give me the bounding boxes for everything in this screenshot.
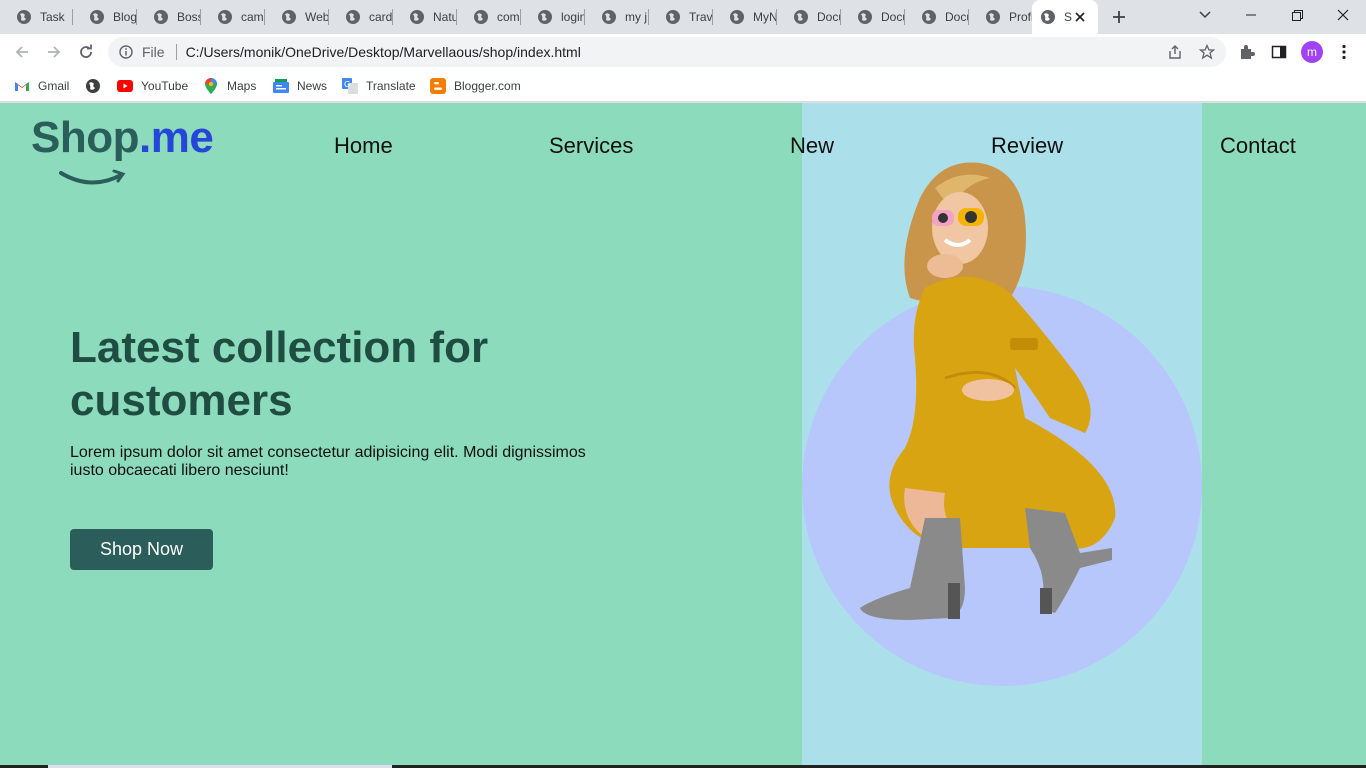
blogger-icon bbox=[430, 78, 446, 94]
address-bar[interactable]: File C:/Users/monik/OneDrive/Desktop/Mar… bbox=[108, 37, 1226, 67]
bookmark-youtube[interactable]: YouTube bbox=[117, 76, 188, 96]
globe-icon bbox=[85, 78, 101, 94]
globe-icon bbox=[729, 9, 745, 25]
bookmarks-bar: Gmail YouTube Maps News G Translate Blog… bbox=[0, 70, 1366, 102]
bookmark-blogger[interactable]: Blogger.com bbox=[430, 76, 521, 96]
bookmark-translate[interactable]: G Translate bbox=[342, 76, 416, 96]
globe-icon bbox=[153, 9, 169, 25]
maps-icon bbox=[203, 78, 219, 94]
globe-icon bbox=[409, 9, 425, 25]
nav-services[interactable]: Services bbox=[549, 133, 633, 159]
reload-icon[interactable] bbox=[72, 38, 100, 66]
globe-icon bbox=[345, 9, 361, 25]
restore-icon[interactable] bbox=[1274, 0, 1320, 30]
logo-text-shop: Shop bbox=[31, 113, 139, 162]
nav-home[interactable]: Home bbox=[334, 133, 393, 159]
hero-model-image bbox=[860, 162, 1116, 620]
gmail-icon bbox=[14, 78, 30, 94]
url-scheme-label: File bbox=[142, 44, 165, 60]
globe-icon bbox=[281, 9, 297, 25]
browser-tab[interactable]: MyN bbox=[713, 0, 777, 34]
globe-icon bbox=[601, 9, 617, 25]
browser-tab[interactable]: Natu bbox=[393, 0, 457, 34]
browser-tab[interactable]: Task bbox=[0, 0, 73, 34]
browser-tab[interactable]: Trav bbox=[649, 0, 713, 34]
hero-description: Lorem ipsum dolor sit amet consectetur a… bbox=[70, 444, 586, 479]
bookmark-star-icon[interactable] bbox=[1198, 43, 1216, 60]
globe-icon bbox=[857, 9, 873, 25]
close-tab-icon[interactable] bbox=[1072, 9, 1088, 25]
browser-tab[interactable]: Profi bbox=[969, 0, 1032, 34]
browser-tab[interactable]: Docu bbox=[777, 0, 841, 34]
close-window-icon[interactable] bbox=[1320, 0, 1366, 30]
browser-tab[interactable]: my j bbox=[585, 0, 649, 34]
globe-icon bbox=[16, 9, 32, 25]
globe-icon bbox=[985, 9, 1001, 25]
smile-arrow-icon bbox=[59, 169, 126, 185]
globe-icon bbox=[217, 9, 233, 25]
forward-icon[interactable] bbox=[40, 38, 68, 66]
browser-tab[interactable]: login bbox=[521, 0, 585, 34]
site-logo[interactable]: Shop.me bbox=[31, 113, 231, 187]
browser-tab[interactable]: Boss bbox=[137, 0, 201, 34]
tab-strip: Task Blog Boss cam Web card Natu com log… bbox=[0, 0, 1366, 34]
browser-tab[interactable]: cam bbox=[201, 0, 265, 34]
tab-search-icon[interactable] bbox=[1182, 0, 1228, 30]
nav-new[interactable]: New bbox=[790, 133, 834, 159]
browser-tab[interactable]: Docu bbox=[841, 0, 905, 34]
logo-text-me: .me bbox=[138, 113, 214, 162]
globe-icon bbox=[921, 9, 937, 25]
youtube-icon bbox=[117, 78, 133, 94]
browser-toolbar: File C:/Users/monik/OneDrive/Desktop/Mar… bbox=[0, 34, 1366, 70]
browser-tab[interactable]: card bbox=[329, 0, 393, 34]
minimize-icon[interactable] bbox=[1228, 0, 1274, 30]
svg-text:G: G bbox=[344, 80, 350, 89]
bookmark-gmail[interactable]: Gmail bbox=[14, 76, 69, 96]
bookmark-maps[interactable]: Maps bbox=[203, 76, 256, 96]
share-icon[interactable] bbox=[1167, 44, 1183, 60]
back-icon[interactable] bbox=[8, 38, 36, 66]
nav-review[interactable]: Review bbox=[991, 133, 1063, 159]
info-icon[interactable] bbox=[118, 44, 134, 60]
browser-tab[interactable]: Blog bbox=[73, 0, 137, 34]
browser-tab[interactable]: com bbox=[457, 0, 521, 34]
news-icon bbox=[273, 78, 289, 94]
browser-tab[interactable]: Web bbox=[265, 0, 329, 34]
browser-tab[interactable]: Docu bbox=[905, 0, 969, 34]
translate-icon: G bbox=[342, 78, 358, 94]
globe-icon bbox=[1040, 9, 1056, 25]
shop-now-button[interactable]: Shop Now bbox=[70, 529, 213, 570]
globe-icon bbox=[665, 9, 681, 25]
hero-headline: Latest collection for customers bbox=[70, 323, 489, 425]
globe-icon bbox=[89, 9, 105, 25]
nav-contact[interactable]: Contact bbox=[1220, 133, 1296, 159]
globe-icon bbox=[473, 9, 489, 25]
browser-tab-active[interactable]: S bbox=[1032, 0, 1098, 34]
web-page: Shop.me Home Services New Review Contact bbox=[0, 103, 1366, 768]
globe-icon bbox=[537, 9, 553, 25]
url-text[interactable]: C:/Users/monik/OneDrive/Desktop/Marvella… bbox=[186, 44, 581, 60]
bookmark-news[interactable]: News bbox=[273, 76, 327, 96]
bookmark-globe[interactable] bbox=[85, 76, 109, 96]
extensions-icon[interactable] bbox=[1238, 43, 1256, 61]
side-panel-icon[interactable] bbox=[1270, 43, 1288, 61]
globe-icon bbox=[793, 9, 809, 25]
profile-avatar[interactable]: m bbox=[1301, 41, 1323, 63]
more-menu-icon[interactable] bbox=[1335, 43, 1353, 61]
new-tab-icon[interactable] bbox=[1106, 5, 1132, 29]
